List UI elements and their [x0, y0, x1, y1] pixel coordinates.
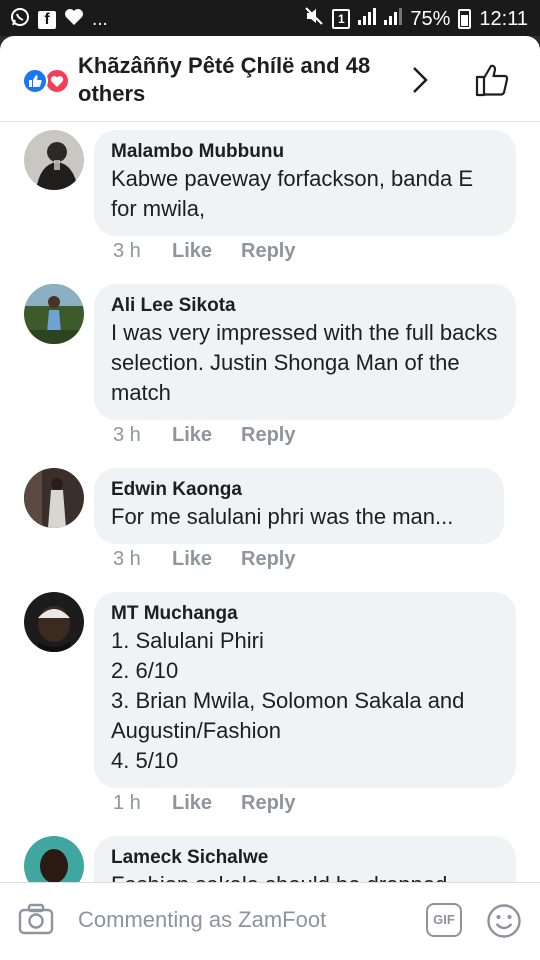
- comment-text: For me salulani phri was the man...: [111, 504, 454, 529]
- comment-text: Fashion sakala should be dropped: [111, 870, 498, 882]
- comment-author[interactable]: Malambo Mubbunu: [111, 140, 498, 164]
- battery-icon: [458, 9, 472, 29]
- clock: 12:11: [479, 7, 528, 30]
- avatar[interactable]: [24, 468, 84, 528]
- whatsapp-icon: [10, 7, 30, 33]
- comment-bubble[interactable]: Lameck Sichalwe Fashion sakala should be…: [94, 836, 516, 882]
- camera-icon[interactable]: [18, 903, 54, 935]
- comment-time[interactable]: 3 h: [113, 548, 172, 571]
- reactions-header[interactable]: Khãzâññy Pêté Çhílë and 48 others: [0, 36, 540, 122]
- comment-input[interactable]: Commenting as ZamFoot: [78, 907, 326, 933]
- comment-bubble[interactable]: Edwin Kaonga For me salulani phri was th…: [94, 468, 504, 544]
- emoji-icon[interactable]: [486, 903, 522, 939]
- comment-time[interactable]: 3 h: [113, 240, 172, 263]
- reply-button[interactable]: Reply: [241, 792, 295, 815]
- like-button[interactable]: Like: [172, 424, 241, 447]
- reply-button[interactable]: Reply: [241, 240, 295, 263]
- comment-author[interactable]: Lameck Sichalwe: [111, 846, 498, 870]
- facebook-notification-icon: f: [38, 11, 56, 29]
- comment-text: 1. Salulani Phiri 2. 6/10 3. Brian Mwila…: [111, 628, 465, 773]
- heart-notification-icon: [64, 8, 84, 32]
- comment-author[interactable]: MT Muchanga: [111, 602, 498, 626]
- sim-icon: 1: [332, 9, 351, 29]
- comment-bubble[interactable]: Malambo Mubbunu Kabwe paveway forfackson…: [94, 130, 516, 236]
- comment-actions: 3 h Like Reply: [113, 424, 295, 447]
- comment-bubble[interactable]: Ali Lee Sikota I was very impressed with…: [94, 284, 516, 420]
- comments-panel: Khãzâññy Pêté Çhílë and 48 others Malamb…: [0, 36, 540, 960]
- gif-button[interactable]: GIF: [426, 903, 462, 937]
- avatar[interactable]: [24, 130, 84, 190]
- more-notifications: ...: [92, 9, 108, 30]
- reactors-title[interactable]: Khãzâññy Pêté Çhílë and 48 others: [78, 52, 378, 108]
- avatar[interactable]: [24, 836, 84, 882]
- comment-composer: Commenting as ZamFoot GIF: [0, 882, 540, 960]
- comment-time[interactable]: 3 h: [113, 424, 172, 447]
- comment-actions: 3 h Like Reply: [113, 548, 295, 571]
- chevron-right-icon[interactable]: [404, 64, 436, 96]
- like-reaction-icon: [22, 68, 48, 94]
- reaction-icons: [22, 68, 72, 94]
- like-button[interactable]: Like: [172, 792, 241, 815]
- mute-icon: [304, 6, 324, 32]
- comment-text: Kabwe paveway forfackson, banda E for mw…: [111, 166, 474, 221]
- comment-author[interactable]: Ali Lee Sikota: [111, 294, 498, 318]
- avatar[interactable]: [24, 592, 84, 652]
- like-button[interactable]: Like: [172, 548, 241, 571]
- comments-list[interactable]: Malambo Mubbunu Kabwe paveway forfackson…: [0, 122, 540, 882]
- comment-time[interactable]: 1 h: [113, 792, 172, 815]
- reply-button[interactable]: Reply: [241, 548, 295, 571]
- comment-bubble[interactable]: MT Muchanga 1. Salulani Phiri 2. 6/10 3.…: [94, 592, 516, 788]
- signal-icon: [358, 7, 377, 31]
- reply-button[interactable]: Reply: [241, 424, 295, 447]
- data-signal-icon: [384, 7, 403, 31]
- like-post-button[interactable]: [474, 62, 512, 98]
- comment-actions: 1 h Like Reply: [113, 792, 295, 815]
- comment-text: I was very impressed with the full backs…: [111, 320, 498, 405]
- avatar[interactable]: [24, 284, 84, 344]
- status-bar: f ... 1 75% 12:11: [0, 0, 540, 36]
- comment-actions: 3 h Like Reply: [113, 240, 295, 263]
- battery-percent: 75%: [410, 7, 451, 30]
- like-button[interactable]: Like: [172, 240, 241, 263]
- comment-author[interactable]: Edwin Kaonga: [111, 478, 486, 502]
